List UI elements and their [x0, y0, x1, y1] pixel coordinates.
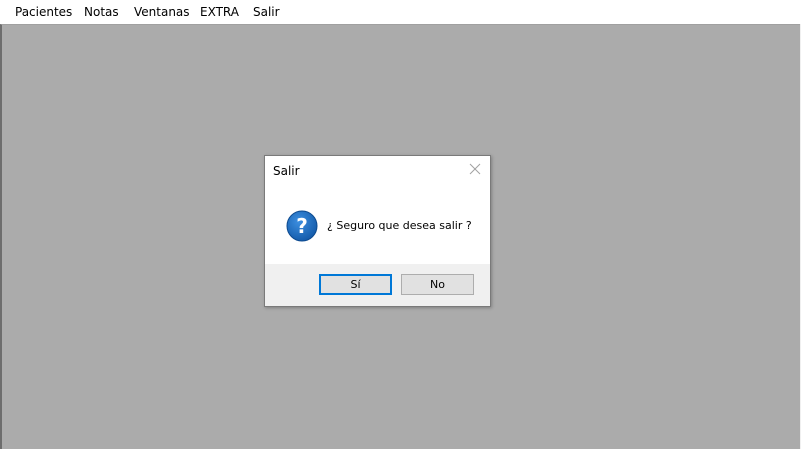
- dialog-footer: Sí No: [265, 264, 490, 306]
- menu-item-pacientes[interactable]: Pacientes: [15, 5, 72, 19]
- no-button[interactable]: No: [401, 274, 474, 295]
- close-icon[interactable]: [466, 160, 484, 178]
- dialog-title: Salir: [273, 164, 300, 178]
- menu-bar: Pacientes Notas Ventanas EXTRA Salir: [0, 0, 801, 24]
- question-icon: ?: [286, 210, 318, 242]
- menu-item-notas[interactable]: Notas: [84, 5, 119, 19]
- exit-confirm-dialog: Salir ? ¿ Seguro que desea salir ? Sí No: [264, 155, 491, 307]
- dialog-message: ¿ Seguro que desea salir ?: [327, 219, 472, 232]
- yes-button[interactable]: Sí: [319, 274, 392, 295]
- svg-text:?: ?: [296, 214, 308, 238]
- menu-item-extra[interactable]: EXTRA: [200, 5, 239, 19]
- dialog-body: ? ¿ Seguro que desea salir ?: [265, 186, 490, 264]
- menu-item-ventanas[interactable]: Ventanas: [134, 5, 190, 19]
- menu-item-salir[interactable]: Salir: [253, 5, 280, 19]
